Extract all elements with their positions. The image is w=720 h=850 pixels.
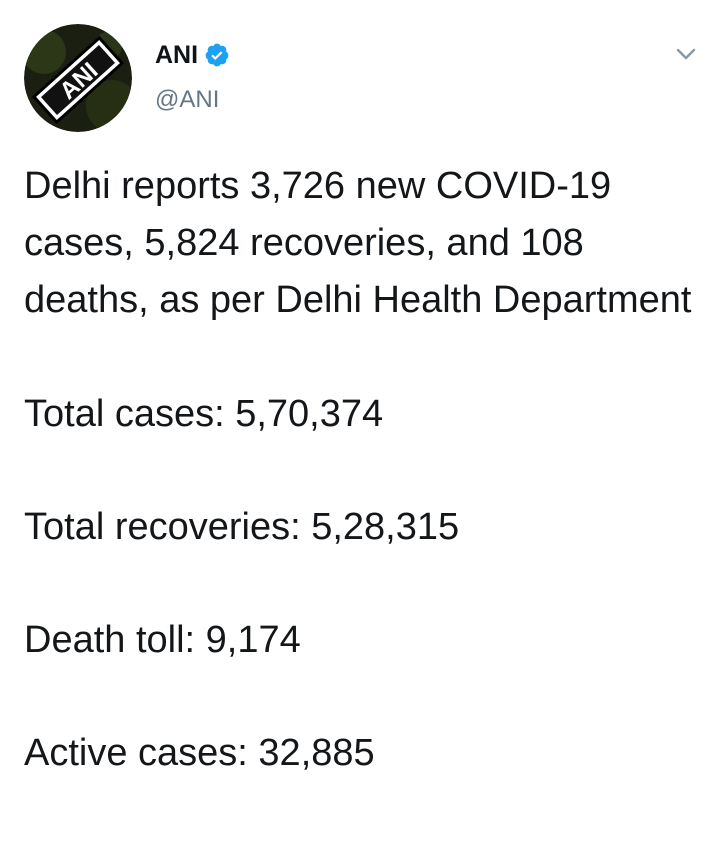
chevron-down-icon[interactable] [672,40,700,68]
tweet-card: ANI ANI @ANI Delhi reports 3,726 new COV… [0,0,720,850]
ani-logo-icon: ANI [24,24,132,132]
avatar[interactable]: ANI [24,24,132,132]
author-name-row: ANI [155,38,230,72]
tweet-headline: Delhi reports 3,726 new COVID-19 cases, … [24,165,692,321]
display-name[interactable]: ANI [155,41,198,70]
tweet-text: Delhi reports 3,726 new COVID-19 cases, … [24,158,704,782]
user-handle[interactable]: @ANI [155,86,219,114]
stat-total-recoveries: Total recoveries: 5,28,315 [24,506,460,548]
stat-death-toll: Death toll: 9,174 [24,619,301,661]
verified-badge-icon [204,42,230,68]
stat-active-cases: Active cases: 32,885 [24,732,375,774]
stat-total-cases: Total cases: 5,70,374 [24,393,384,435]
